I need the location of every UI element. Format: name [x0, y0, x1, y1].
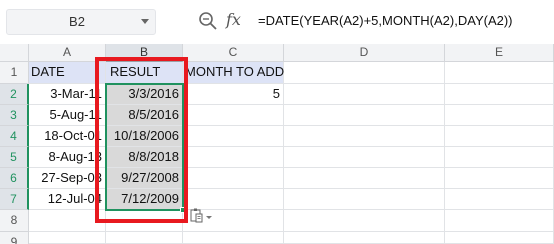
row-header-5[interactable]: 5	[0, 147, 29, 168]
cell-a6-text: 27-Sep-03	[41, 170, 102, 185]
cell-d2[interactable]	[284, 84, 445, 105]
cell-e8[interactable]	[445, 210, 554, 232]
cell-e4[interactable]	[445, 126, 554, 147]
paste-options-icon[interactable]	[189, 207, 215, 225]
name-box-value: B2	[69, 14, 85, 29]
row-header-7[interactable]: 7	[0, 189, 29, 210]
column-header-d[interactable]: D	[284, 44, 445, 62]
row-header-2[interactable]: 2	[0, 84, 29, 105]
cell-a9[interactable]	[29, 232, 106, 244]
cell-d9[interactable]	[284, 232, 445, 244]
cell-d5[interactable]	[284, 147, 445, 168]
cell-e6[interactable]	[445, 168, 554, 189]
cell-e7[interactable]	[445, 189, 554, 210]
cell-a4-text: 18-Oct-01	[44, 128, 102, 143]
cell-e2[interactable]	[445, 84, 554, 105]
cell-b9[interactable]	[106, 232, 183, 244]
cell-c1[interactable]: MONTH TO ADD	[183, 62, 284, 84]
cell-c6[interactable]	[183, 168, 284, 189]
cell-e1[interactable]	[445, 62, 554, 84]
cell-e9[interactable]	[445, 232, 554, 244]
formula-bar: B2 fx =DATE(YEAR(A2)+5,MONTH(A2),DAY(A2)…	[0, 0, 554, 44]
cell-d6[interactable]	[284, 168, 445, 189]
cell-c2[interactable]: 5	[183, 84, 284, 105]
cell-c1-text: MONTH TO ADD	[185, 64, 285, 79]
cell-e5[interactable]	[445, 147, 554, 168]
column-header-c[interactable]: C	[183, 44, 284, 62]
row-header-8[interactable]: 8	[0, 210, 29, 232]
fx-icon[interactable]: fx	[226, 10, 241, 29]
formula-input[interactable]: =DATE(YEAR(A2)+5,MONTH(A2),DAY(A2))	[254, 9, 554, 35]
cell-a5-text: 8-Aug-13	[48, 149, 102, 164]
cell-d4[interactable]	[284, 126, 445, 147]
highlight-box	[95, 57, 188, 223]
row-header-3[interactable]: 3	[0, 105, 29, 126]
cell-d3[interactable]	[284, 105, 445, 126]
cell-c2-text: 5	[272, 86, 280, 101]
zoom-icon[interactable]	[198, 11, 218, 31]
cell-a1-text: DATE	[31, 64, 65, 79]
column-header-e[interactable]: E	[445, 44, 554, 62]
cell-c5[interactable]	[183, 147, 284, 168]
cell-d1[interactable]	[284, 62, 445, 84]
cell-d7[interactable]	[284, 189, 445, 210]
formula-text: =DATE(YEAR(A2)+5,MONTH(A2),DAY(A2))	[258, 13, 513, 28]
row-header-1[interactable]: 1	[0, 62, 29, 84]
cell-c3[interactable]	[183, 105, 284, 126]
spreadsheet-grid: A B C D E 1 2 3 4 5 6 7 8 9 DATE RESULT …	[0, 44, 554, 244]
cell-d8[interactable]	[284, 210, 445, 232]
cell-c4[interactable]	[183, 126, 284, 147]
chevron-down-icon[interactable]	[141, 19, 149, 24]
row-header-9[interactable]: 9	[0, 232, 29, 244]
row-header-4[interactable]: 4	[0, 126, 29, 147]
cell-a7-text: 12-Jul-04	[47, 191, 102, 206]
row-header-6[interactable]: 6	[0, 168, 29, 189]
cell-e3[interactable]	[445, 105, 554, 126]
select-all-corner[interactable]	[0, 44, 29, 62]
name-box[interactable]: B2	[6, 9, 156, 35]
cell-c9[interactable]	[183, 232, 284, 244]
